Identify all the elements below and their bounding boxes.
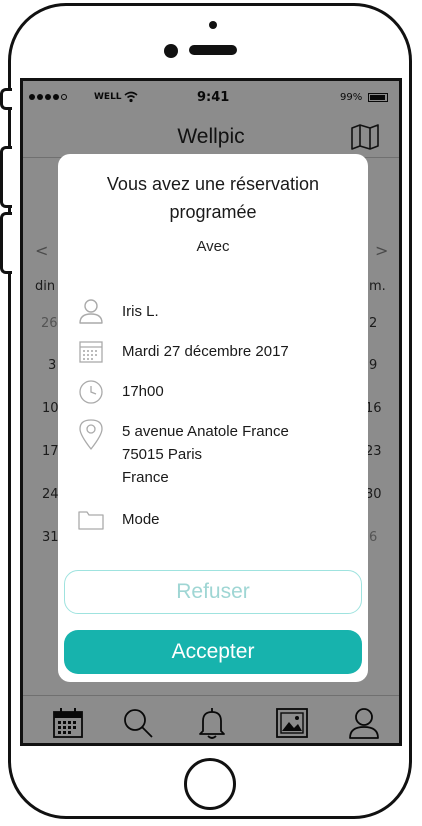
clock-icon	[79, 380, 103, 404]
reservation-time: 17h00	[122, 383, 164, 400]
category-row: Mode	[78, 506, 348, 536]
earpiece-speaker	[189, 45, 237, 55]
address-line-2: 75015 Paris	[122, 446, 203, 463]
home-button[interactable]	[184, 758, 236, 810]
person-icon	[79, 299, 103, 324]
reservation-modal: Vous avez une réservation programée Avec…	[58, 154, 368, 682]
front-sensor	[209, 21, 217, 29]
person-name: Iris L.	[122, 303, 159, 320]
refuse-button[interactable]: Refuser	[64, 570, 362, 614]
accept-button[interactable]: Accepter	[64, 630, 362, 674]
time-row: 17h00	[78, 378, 348, 408]
phone-screen: WELL 9:41 99% Wellpic < > din m. 26 3 10…	[20, 78, 402, 746]
volume-down-button	[0, 212, 12, 274]
modal-title: Vous avez une réservation programée	[106, 174, 320, 222]
folder-icon	[78, 511, 104, 530]
front-camera	[164, 44, 178, 58]
address-line-1: 5 avenue Anatole France	[122, 423, 289, 440]
date-row: Mardi 27 décembre 2017	[78, 338, 348, 368]
reservation-date: Mardi 27 décembre 2017	[122, 343, 289, 360]
modal-subtitle: Avec	[196, 238, 230, 255]
person-row: Iris L.	[78, 298, 348, 328]
volume-up-button	[0, 146, 12, 208]
mute-switch	[0, 88, 12, 110]
address-line-3: France	[122, 469, 169, 486]
location-pin-icon	[79, 419, 103, 450]
calendar-icon	[79, 341, 103, 363]
address-row: 5 avenue Anatole France 75015 Paris Fran…	[78, 418, 348, 492]
reservation-category: Mode	[122, 511, 160, 528]
reservation-address: 5 avenue Anatole France 75015 Paris Fran…	[122, 420, 289, 489]
